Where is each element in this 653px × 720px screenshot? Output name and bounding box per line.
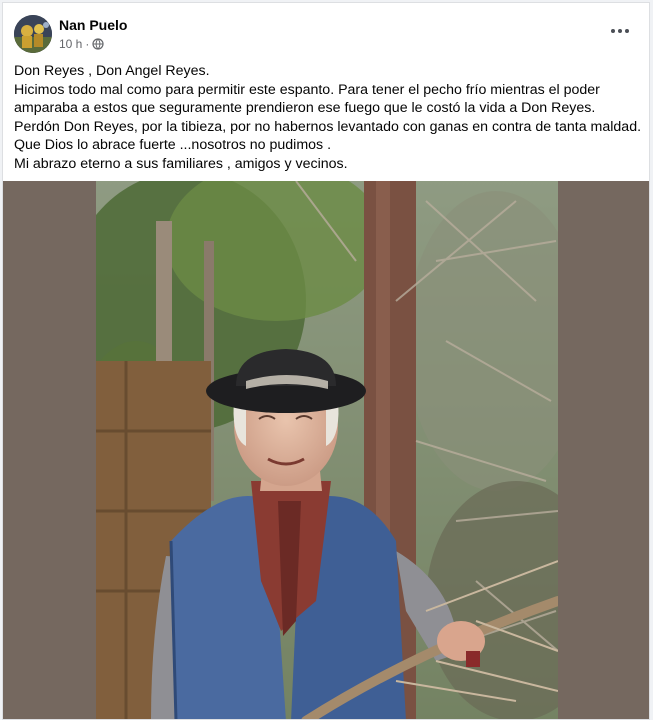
more-horizontal-icon: [611, 29, 615, 33]
post-text: Don Reyes , Don Angel Reyes. Hicimos tod…: [14, 62, 642, 174]
post-text-line: Mi abrazo eterno a sus familiares , amig…: [14, 155, 348, 172]
post-text-line: Que Dios lo abrace fuerte ...nosotros no…: [14, 137, 332, 154]
more-options-button[interactable]: [607, 21, 633, 41]
facebook-post: Nan Puelo 10 h · Don Reyes , Don Angel R…: [2, 2, 650, 720]
post-text-line: Don Reyes , Don Angel Reyes.: [14, 63, 210, 79]
post-text-line: Perdón Don Reyes, por la tibieza, por no…: [14, 118, 642, 135]
globe-icon[interactable]: [92, 38, 104, 50]
post-photo[interactable]: [96, 181, 558, 719]
avatar[interactable]: [14, 15, 52, 53]
post-photo-container[interactable]: [3, 181, 649, 719]
post-meta: 10 h ·: [59, 37, 104, 51]
author-name[interactable]: Nan Puelo: [59, 17, 127, 33]
post-text-line: Hicimos todo mal como para permitir este…: [14, 81, 600, 98]
post-timestamp[interactable]: 10 h: [59, 37, 82, 51]
post-text-line: amparaba a estos que seguramente prendie…: [14, 100, 596, 117]
meta-separator: ·: [85, 37, 90, 51]
